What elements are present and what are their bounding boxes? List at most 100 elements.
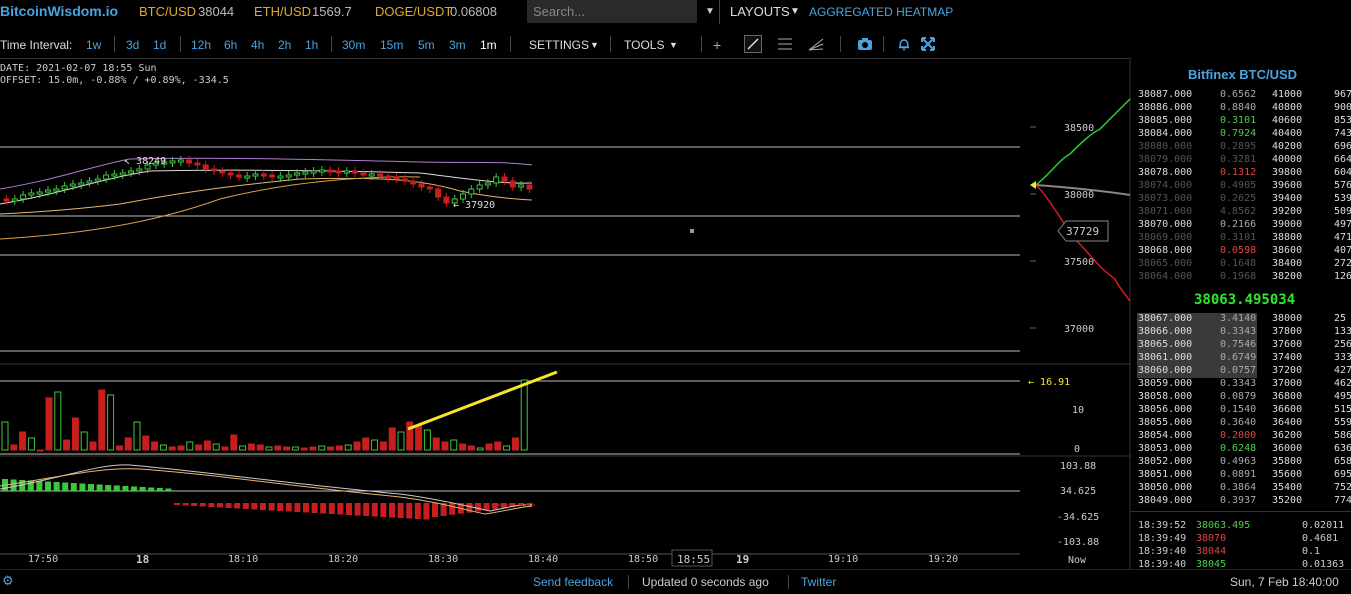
search-dropdown-icon[interactable]: ▼ xyxy=(705,6,715,17)
candle-body xyxy=(285,174,292,178)
bid-row[interactable]: 38060.000 0.0757 37200 427 xyxy=(1137,365,1351,378)
volume-bar xyxy=(80,431,88,451)
bid-row[interactable]: 38067.000 3.4140 38000 25 xyxy=(1137,313,1346,326)
fibonacci-fan-tool-icon[interactable] xyxy=(808,37,824,54)
settings-menu[interactable]: SETTINGS xyxy=(529,38,589,52)
twitter-link[interactable]: Twitter xyxy=(801,575,836,589)
ask-price: 38068.000 xyxy=(1138,245,1193,256)
macd-bar xyxy=(311,503,318,513)
price-axis-label: 38500 xyxy=(1064,123,1094,134)
send-feedback-link[interactable]: Send feedback xyxy=(533,575,613,589)
bid-row[interactable]: 38065.000 0.7546 37600 256 xyxy=(1137,339,1351,352)
volume-bar xyxy=(212,443,220,451)
bell-icon[interactable] xyxy=(897,37,911,54)
search-input[interactable] xyxy=(527,0,697,23)
interval-1w[interactable]: 1w xyxy=(86,38,101,52)
camera-icon[interactable] xyxy=(857,37,873,54)
interval-1d[interactable]: 1d xyxy=(153,38,166,52)
divider xyxy=(883,36,884,52)
interval-6h[interactable]: 6h xyxy=(224,38,237,52)
divider xyxy=(114,36,115,52)
volume-bar xyxy=(362,437,370,451)
interval-4h[interactable]: 4h xyxy=(251,38,264,52)
volume-bar xyxy=(230,434,238,451)
update-status: Updated 0 seconds ago xyxy=(642,575,769,589)
candle-body xyxy=(352,170,359,174)
interval-1m[interactable]: 1m xyxy=(480,38,497,52)
volume-bar xyxy=(19,431,27,451)
time-axis-label: 18:10 xyxy=(228,554,258,565)
layouts-menu[interactable]: LAYOUTS xyxy=(730,4,790,19)
bid-amount: 3.4140 xyxy=(1220,313,1257,324)
volume-bar xyxy=(300,447,308,451)
trade-price: 38070 xyxy=(1196,533,1227,544)
candle-body xyxy=(78,182,85,186)
trade-price: 38044 xyxy=(1196,546,1227,557)
tools-chevron-down-icon[interactable]: ▼ xyxy=(669,40,678,50)
ask-price: 38079.000 xyxy=(1138,154,1193,165)
bid-sum: 752 xyxy=(1334,482,1351,493)
volume-bar xyxy=(124,437,132,451)
bid-row[interactable]: 38066.000 0.3343 37800 133 xyxy=(1137,326,1351,339)
divider xyxy=(719,0,720,24)
volume-bar xyxy=(98,389,106,451)
layouts-chevron-down-icon[interactable]: ▼ xyxy=(790,6,800,17)
volume-bar xyxy=(397,431,405,451)
bid-total: 37200 xyxy=(1272,365,1303,376)
candle-body xyxy=(360,172,367,176)
ask-total: 38600 xyxy=(1272,245,1303,256)
bid-total: 36600 xyxy=(1272,404,1303,415)
volume-bar xyxy=(168,446,176,451)
price-chart[interactable]: ↖ 38249 ← 37920 38500 38000 37500 37000 … xyxy=(0,59,1131,569)
bid-total: 36400 xyxy=(1272,417,1303,428)
macd-axis-label: -34.625 xyxy=(1057,512,1099,523)
macd-bar xyxy=(285,503,292,512)
volume-bar xyxy=(485,443,493,451)
bid-total: 36800 xyxy=(1272,391,1303,402)
volume-bar xyxy=(27,437,35,451)
ask-total: 39400 xyxy=(1272,193,1303,204)
bid-price: 38067.000 xyxy=(1138,313,1193,324)
macd-histogram xyxy=(2,479,533,520)
trendline-tool-icon[interactable] xyxy=(744,35,762,56)
ask-amount: 0.3101 xyxy=(1220,115,1257,126)
bid-price: 38052.000 xyxy=(1138,456,1193,467)
aggregated-heatmap-link[interactable]: AGGREGATED HEATMAP xyxy=(809,5,953,19)
ask-sum: 509 xyxy=(1334,206,1351,217)
time-interval-label: Time Interval: xyxy=(0,38,73,52)
ticker-eth-pair[interactable]: ETH/USD xyxy=(254,4,311,19)
volume-bar xyxy=(388,427,396,451)
interval-5m[interactable]: 5m xyxy=(418,38,435,52)
time-axis-label: 19 xyxy=(736,553,749,566)
settings-chevron-down-icon[interactable]: ▼ xyxy=(590,40,599,50)
high-price-label: ↖ 38249 xyxy=(124,156,166,167)
bid-row[interactable]: 38061.000 0.6749 37400 333 xyxy=(1137,352,1351,365)
order-book: Bitfinex BTC/USD 38087.000 0.6562 41000 967… xyxy=(1131,58,1351,570)
volume-bar xyxy=(423,429,431,451)
divider xyxy=(788,575,789,589)
interval-3d[interactable]: 3d xyxy=(126,38,139,52)
candle-body xyxy=(103,174,110,180)
fullscreen-icon[interactable] xyxy=(921,37,935,54)
volume-bar xyxy=(239,445,247,451)
candle-body xyxy=(11,198,18,202)
divider xyxy=(1131,511,1351,512)
settings-gear-icon[interactable]: ⚙ xyxy=(2,573,14,589)
tools-menu[interactable]: TOOLS xyxy=(624,38,664,52)
ask-sum: 539 xyxy=(1334,193,1351,204)
volume-bar xyxy=(133,421,141,451)
interval-3m[interactable]: 3m xyxy=(449,38,466,52)
logo[interactable]: BitcoinWisdom.io xyxy=(0,3,118,19)
candle-body xyxy=(443,196,450,204)
interval-12h[interactable]: 12h xyxy=(191,38,211,52)
interval-1h[interactable]: 1h xyxy=(305,38,318,52)
interval-30m[interactable]: 30m xyxy=(342,38,365,52)
bid-amount: 0.3937 xyxy=(1220,495,1257,506)
interval-2h[interactable]: 2h xyxy=(278,38,291,52)
ticker-btc-pair[interactable]: BTC/USD xyxy=(139,4,196,19)
volume-bar xyxy=(318,445,326,451)
interval-15m[interactable]: 15m xyxy=(380,38,403,52)
crosshair-tool-icon[interactable]: + xyxy=(713,37,721,53)
ticker-doge-pair[interactable]: DOGE/USDT xyxy=(375,4,452,19)
horizontal-lines-tool-icon[interactable] xyxy=(777,37,793,54)
